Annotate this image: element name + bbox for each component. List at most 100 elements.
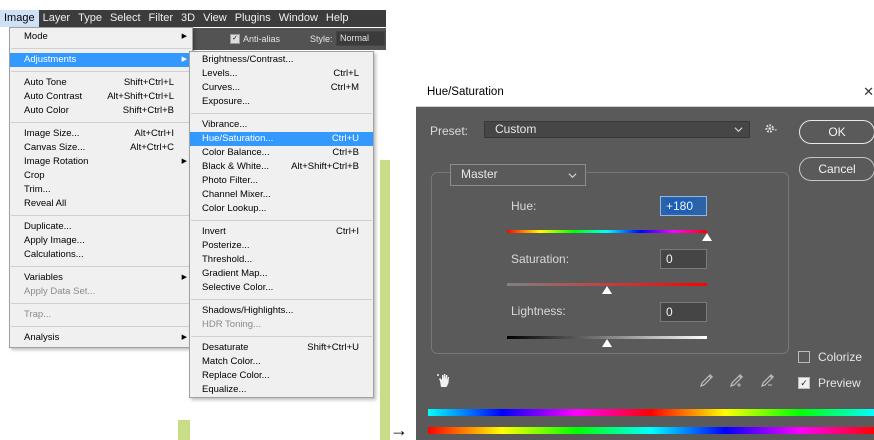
gear-icon[interactable] <box>764 122 777 135</box>
menu-item-mode[interactable]: Mode ▶ <box>10 30 192 44</box>
menu-item-canvas-size[interactable]: Canvas Size... Alt+Ctrl+C <box>10 141 192 155</box>
menu-window[interactable]: Window <box>275 10 322 27</box>
preview-checkbox[interactable]: ✓ <box>798 377 810 389</box>
channel-select[interactable]: Master <box>450 164 586 186</box>
dialog-title: Hue/Saturation <box>427 86 504 98</box>
submenu-arrow-icon: ▶ <box>181 158 187 165</box>
menu-item-invert[interactable]: Invert Ctrl+I <box>190 225 373 239</box>
menu-image[interactable]: Image <box>0 10 39 27</box>
flow-arrow: → <box>390 420 408 440</box>
menu-item-levels[interactable]: Levels... Ctrl+L <box>190 67 373 81</box>
menu-view[interactable]: View <box>199 10 231 27</box>
hand-icon[interactable] <box>436 372 452 388</box>
menu-item-trim[interactable]: Trim... <box>10 183 192 197</box>
menu-separator <box>11 122 191 123</box>
menu-item-duplicate[interactable]: Duplicate... <box>10 220 192 234</box>
hue-saturation-dialog: Hue/Saturation ✕ Preset: Custom OK Cance… <box>416 80 874 440</box>
lightness-label: Lightness: <box>511 304 566 318</box>
menu-filter[interactable]: Filter <box>145 10 177 27</box>
menu-item-image-rotation[interactable]: Image Rotation ▶ <box>10 155 192 169</box>
menu-item-crop[interactable]: Crop <box>10 169 192 183</box>
submenu-arrow-icon: ▶ <box>181 274 187 281</box>
eyedropper-icon[interactable] <box>699 372 715 388</box>
chevron-down-icon <box>568 173 577 179</box>
menu-item-variables[interactable]: Variables ▶ <box>10 271 192 285</box>
menu-item-auto-tone[interactable]: Auto Tone Shift+Ctrl+L <box>10 76 192 90</box>
menu-select[interactable]: Select <box>106 10 145 27</box>
menu-item-color-lookup[interactable]: Color Lookup... <box>190 202 373 216</box>
menu-item-exposure[interactable]: Exposure... <box>190 95 373 109</box>
hue-input[interactable]: +180 <box>660 196 707 216</box>
menu-item-channel-mixer[interactable]: Channel Mixer... <box>190 188 373 202</box>
menu-plugins[interactable]: Plugins <box>231 10 275 27</box>
menu-item-shadows-highlights[interactable]: Shadows/Highlights... <box>190 304 373 318</box>
photoshop-area: Image Layer Type Select Filter 3D View P… <box>0 0 390 440</box>
colorize-checkbox[interactable] <box>798 351 810 363</box>
antialias-checkbox[interactable]: ✓ <box>230 34 240 44</box>
menu-layer[interactable]: Layer <box>39 10 75 27</box>
antialias-option[interactable]: ✓ Anti-alias <box>230 34 280 44</box>
menu-separator <box>11 71 191 72</box>
menu-bar: Image Layer Type Select Filter 3D View P… <box>0 10 386 27</box>
preview-label: Preview <box>818 376 861 390</box>
hue-slider-thumb[interactable] <box>702 233 712 241</box>
menu-item-calculations[interactable]: Calculations... <box>10 248 192 262</box>
menu-item-replace-color[interactable]: Replace Color... <box>190 369 373 383</box>
lightness-slider-thumb[interactable] <box>602 339 612 347</box>
preset-select[interactable]: Custom <box>484 121 750 138</box>
close-icon[interactable]: ✕ <box>863 84 874 100</box>
menu-item-gradient-map[interactable]: Gradient Map... <box>190 267 373 281</box>
ok-button[interactable]: OK <box>799 120 874 144</box>
menu-item-photo-filter[interactable]: Photo Filter... <box>190 174 373 188</box>
menu-item-black-white[interactable]: Black & White... Alt+Shift+Ctrl+B <box>190 160 373 174</box>
preview-option[interactable]: ✓ Preview <box>798 376 861 390</box>
saturation-input[interactable]: 0 <box>660 249 707 269</box>
menu-item-color-balance[interactable]: Color Balance... Ctrl+B <box>190 146 373 160</box>
cancel-button[interactable]: Cancel <box>799 157 874 181</box>
menu-separator <box>11 303 191 304</box>
style-select[interactable]: Normal <box>336 31 385 46</box>
menu-type[interactable]: Type <box>74 10 106 27</box>
lightness-input[interactable]: 0 <box>660 302 707 322</box>
menu-separator <box>11 48 191 49</box>
colorize-option[interactable]: Colorize <box>798 350 862 364</box>
saturation-label: Saturation: <box>511 252 570 266</box>
menu-3d[interactable]: 3D <box>177 10 199 27</box>
menu-item-curves[interactable]: Curves... Ctrl+M <box>190 81 373 95</box>
submenu-arrow-icon: ▶ <box>181 56 187 63</box>
menu-item-hue-saturation[interactable]: Hue/Saturation... Ctrl+U <box>190 132 373 146</box>
submenu-arrow-icon: ▶ <box>181 33 187 40</box>
document-canvas-edge <box>178 420 190 440</box>
menu-item-brightness-contrast[interactable]: Brightness/Contrast... <box>190 53 373 67</box>
saturation-value: 0 <box>666 252 673 266</box>
eyedropper-minus-icon[interactable] <box>760 372 776 388</box>
menu-item-threshold[interactable]: Threshold... <box>190 253 373 267</box>
original-spectrum-bar <box>428 427 874 434</box>
hue-slider-track[interactable] <box>507 230 707 233</box>
menu-item-equalize[interactable]: Equalize... <box>190 383 373 397</box>
menu-item-desaturate[interactable]: Desaturate Shift+Ctrl+U <box>190 341 373 355</box>
preset-value: Custom <box>495 122 537 136</box>
menu-item-posterize[interactable]: Posterize... <box>190 239 373 253</box>
menu-item-auto-color[interactable]: Auto Color Shift+Ctrl+B <box>10 104 192 118</box>
menu-item-apply-image[interactable]: Apply Image... <box>10 234 192 248</box>
eyedropper-plus-icon[interactable] <box>729 372 745 388</box>
menu-item-adjustments[interactable]: Adjustments ▶ <box>10 53 192 67</box>
menu-item-image-size[interactable]: Image Size... Alt+Ctrl+I <box>10 127 192 141</box>
menu-separator <box>11 215 191 216</box>
menu-help[interactable]: Help <box>322 10 353 27</box>
channel-value: Master <box>461 167 498 181</box>
menu-item-vibrance[interactable]: Vibrance... <box>190 118 373 132</box>
antialias-label: Anti-alias <box>243 34 281 44</box>
lightness-value: 0 <box>666 305 673 319</box>
saturation-slider-thumb[interactable] <box>602 286 612 294</box>
menu-item-analysis[interactable]: Analysis ▶ <box>10 331 192 345</box>
menu-item-match-color[interactable]: Match Color... <box>190 355 373 369</box>
menu-item-auto-contrast[interactable]: Auto Contrast Alt+Shift+Ctrl+L <box>10 90 192 104</box>
colorize-label: Colorize <box>818 350 863 364</box>
menu-separator <box>191 299 372 300</box>
menu-item-reveal-all[interactable]: Reveal All <box>10 197 192 211</box>
menu-separator <box>191 113 372 114</box>
submenu-arrow-icon: ▶ <box>181 334 187 341</box>
menu-item-selective-color[interactable]: Selective Color... <box>190 281 373 295</box>
